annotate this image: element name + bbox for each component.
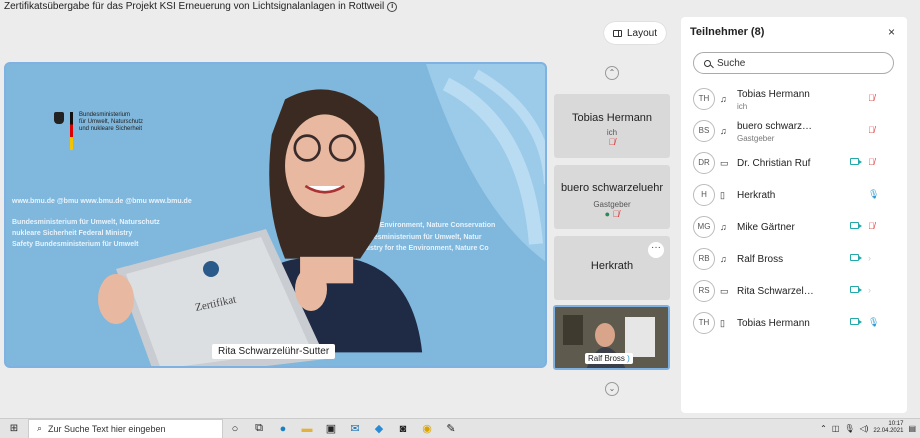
bmu-logo: Bundesministerium für Umwelt, Naturschut…: [54, 112, 143, 150]
tray-mic-icon[interactable]: 🎙: [844, 424, 854, 433]
mic-icon: ›: [868, 253, 871, 263]
participant-row[interactable]: BS ♫ buero schwarz… Gastgeber 🎙̸: [693, 117, 893, 145]
layout-button[interactable]: Layout: [604, 22, 666, 44]
participant-row[interactable]: TH ▯ Tobias Hermann 🎙: [693, 309, 893, 337]
mic-off-icon: 🎙̸: [608, 137, 616, 147]
camera-on-icon: [850, 222, 862, 229]
speaker-name-tag: Rita Schwarzelühr-Sutter: [212, 344, 336, 359]
edge-icon[interactable]: ●: [271, 423, 295, 435]
participant-role: Gastgeber: [737, 134, 775, 143]
chrome-icon[interactable]: ◉: [415, 422, 439, 435]
video-name-tag: Ralf Bross ): [585, 353, 633, 364]
phone-icon: ▯: [720, 318, 725, 328]
desktop-icon: ▭: [720, 158, 729, 168]
participant-tile-tobias[interactable]: Tobias Hermann ich 🎙̸: [554, 94, 670, 158]
headset-icon: ♫: [720, 126, 727, 136]
headset-icon: ♫: [720, 222, 727, 232]
tray-volume-icon[interactable]: ◁): [860, 424, 869, 433]
participant-role: ich: [737, 102, 748, 111]
participant-row[interactable]: RS ▭ Rita Schwarzel… ›: [693, 277, 893, 305]
avatar: TH: [693, 312, 715, 334]
layout-icon: [612, 29, 622, 37]
cortana-icon[interactable]: ○: [223, 423, 247, 435]
avatar: BS: [693, 120, 715, 142]
participant-name: Herkrath: [737, 190, 776, 201]
meeting-title: Zertifikatsübergabe für das Projekt KSI …: [4, 1, 398, 12]
participants-panel: Teilnehmer (8) × TH♫Tobias Hermannich🎙̸B…: [681, 17, 907, 413]
store-icon[interactable]: ▣: [319, 422, 343, 435]
clock[interactable]: 10:17 22.04.2021: [873, 421, 903, 435]
participant-row[interactable]: TH ♫ Tobias Hermann ich 🎙̸: [693, 85, 893, 113]
participant-name: Ralf Bross: [737, 254, 784, 265]
participant-name: Tobias Hermann: [737, 89, 810, 100]
mic-off-icon: 🎙̸: [868, 125, 875, 135]
mic-on-icon: ): [627, 354, 630, 363]
participant-name: Dr. Christian Ruf: [737, 158, 811, 169]
app-icon[interactable]: ◆: [367, 422, 391, 435]
mic-off-icon: 🎙̸: [868, 93, 875, 103]
search-input[interactable]: [717, 57, 867, 69]
headset-icon: ♫: [720, 94, 727, 104]
tray-network-icon[interactable]: ◫: [832, 424, 840, 433]
avatar: DR: [693, 152, 715, 174]
scroll-down-button[interactable]: ⌄: [605, 382, 619, 396]
avatar: MG: [693, 216, 715, 238]
paint-icon[interactable]: ✎: [439, 422, 463, 435]
panel-title: Teilnehmer (8): [690, 26, 765, 38]
mic-off-icon: 🎙̸: [612, 209, 620, 219]
participant-row[interactable]: H ▯ Herkrath 🎙: [693, 181, 893, 209]
system-tray: ⌃ ◫ 🎙 ◁) 10:17 22.04.2021 ▤: [820, 421, 916, 435]
participant-tile-herkrath[interactable]: Herkrath ···: [554, 236, 670, 300]
main-speaker-video[interactable]: Bundesministerium für Umwelt, Naturschut…: [4, 62, 547, 368]
avatar: H: [693, 184, 715, 206]
close-panel-button[interactable]: ×: [888, 25, 895, 39]
task-view-icon[interactable]: ⧉: [247, 422, 271, 435]
tray-chevron-icon[interactable]: ⌃: [820, 424, 827, 433]
avatar: TH: [693, 88, 715, 110]
participant-name: Mike Gärtner: [737, 222, 795, 233]
flag-stripe: [70, 112, 73, 150]
scroll-up-button[interactable]: ⌃: [605, 66, 619, 80]
camera-on-icon: [850, 286, 862, 293]
participant-video-ralf[interactable]: Ralf Bross ): [553, 305, 670, 370]
participant-name: Rita Schwarzel…: [737, 286, 814, 297]
windows-taskbar: ⊞ ⌕ Zur Suche Text hier eingeben ○ ⧉ ● ▬…: [0, 418, 920, 438]
participant-name: Tobias Hermann: [737, 318, 810, 329]
avatar: RB: [693, 248, 715, 270]
participant-search[interactable]: [693, 52, 894, 74]
participant-row[interactable]: RB ♫ Ralf Bross ›: [693, 245, 893, 273]
mic-icon: 🎙: [868, 189, 880, 199]
taskbar-search[interactable]: ⌕ Zur Suche Text hier eingeben: [28, 418, 223, 438]
more-options-button[interactable]: ···: [648, 242, 664, 258]
search-icon: [704, 59, 711, 67]
participant-row[interactable]: DR ▭ Dr. Christian Ruf 🎙̸: [693, 149, 893, 177]
windows-start-icon[interactable]: ⊞: [0, 423, 28, 434]
mic-off-icon: 🎙̸: [868, 157, 875, 167]
phone-icon: ▯: [720, 190, 725, 200]
participant-row[interactable]: MG ♫ Mike Gärtner 🎙̸: [693, 213, 893, 241]
camera-on-icon: [850, 158, 862, 165]
avatar: RS: [693, 280, 715, 302]
mic-icon: 🎙: [868, 317, 880, 327]
search-icon: ⌕: [37, 423, 43, 433]
globe-icon: ●: [604, 209, 611, 219]
camera-on-icon: [850, 254, 862, 261]
desktop-icon: ▭: [720, 286, 729, 296]
explorer-icon[interactable]: ▬: [295, 423, 319, 435]
camera-icon[interactable]: ◙: [391, 423, 415, 435]
headset-icon: ♫: [720, 254, 727, 264]
notification-icon[interactable]: ▤: [908, 424, 916, 433]
eagle-icon: [54, 112, 64, 124]
participant-name: buero schwarz…: [737, 121, 813, 132]
mic-icon: ›: [868, 285, 871, 295]
camera-on-icon: [850, 318, 862, 325]
participant-tile-buero[interactable]: buero schwarzeluehr Gastgeber ● 🎙̸: [554, 165, 670, 229]
info-icon[interactable]: i: [387, 1, 398, 12]
mic-off-icon: 🎙̸: [868, 221, 875, 231]
mail-icon[interactable]: ✉: [343, 422, 367, 435]
